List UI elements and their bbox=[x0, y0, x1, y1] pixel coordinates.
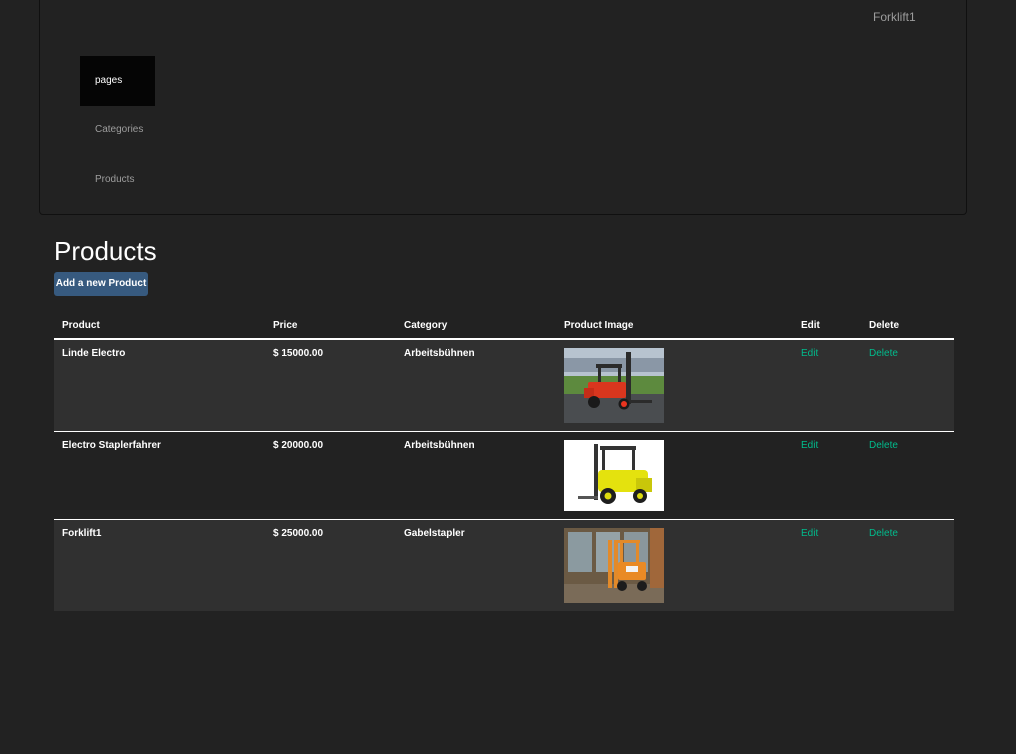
navbar-brand[interactable]: Forklift1 bbox=[873, 10, 916, 24]
column-header-edit: Edit bbox=[793, 312, 861, 340]
edit-link[interactable]: Edit bbox=[801, 528, 818, 539]
product-price: $ 20000.00 bbox=[265, 431, 396, 520]
table-row: Forklift1 $ 25000.00 Gabelstapler Edit D… bbox=[54, 519, 954, 611]
product-price: $ 15000.00 bbox=[265, 339, 396, 432]
nav-item-pages[interactable]: pages bbox=[80, 56, 155, 106]
table-row: Electro Staplerfahrer $ 20000.00 Arbeits… bbox=[54, 431, 954, 520]
add-product-button[interactable]: Add a new Product bbox=[54, 272, 148, 296]
edit-link[interactable]: Edit bbox=[801, 440, 818, 451]
delete-link[interactable]: Delete bbox=[869, 440, 898, 451]
page-title: Products bbox=[54, 236, 157, 266]
table-row: Linde Electro $ 15000.00 Arbeitsbühnen E… bbox=[54, 339, 954, 432]
product-name: Forklift1 bbox=[54, 519, 265, 611]
nav-item-categories[interactable]: Categories bbox=[80, 105, 155, 155]
table-header-row: Product Price Category Product Image Edi… bbox=[54, 312, 954, 340]
column-header-product-image: Product Image bbox=[556, 312, 793, 340]
column-header-delete: Delete bbox=[861, 312, 954, 340]
product-category: Arbeitsbühnen bbox=[396, 339, 556, 432]
product-category: Arbeitsbühnen bbox=[396, 431, 556, 520]
column-header-price: Price bbox=[265, 312, 396, 340]
navbar: Forklift1 pages Categories Products bbox=[39, 0, 967, 215]
nav-item-products[interactable]: Products bbox=[80, 155, 155, 205]
products-table: Product Price Category Product Image Edi… bbox=[54, 312, 954, 611]
product-category: Gabelstapler bbox=[396, 519, 556, 611]
red-forklift-image bbox=[564, 348, 664, 423]
delete-link[interactable]: Delete bbox=[869, 528, 898, 539]
product-name: Linde Electro bbox=[54, 339, 265, 432]
yellow-forklift-image bbox=[564, 440, 664, 511]
product-name: Electro Staplerfahrer bbox=[54, 431, 265, 520]
edit-link[interactable]: Edit bbox=[801, 348, 818, 359]
column-header-product: Product bbox=[54, 312, 265, 340]
column-header-category: Category bbox=[396, 312, 556, 340]
product-price: $ 25000.00 bbox=[265, 519, 396, 611]
delete-link[interactable]: Delete bbox=[869, 348, 898, 359]
orange-forklift-image bbox=[564, 528, 664, 603]
